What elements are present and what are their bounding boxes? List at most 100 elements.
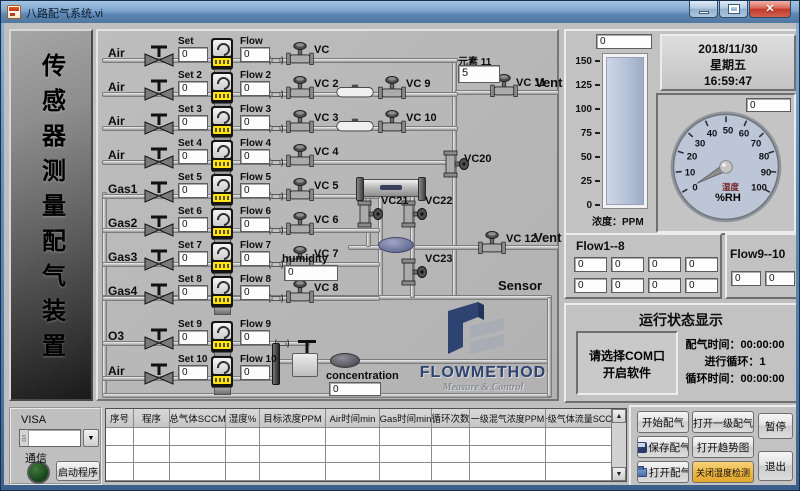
- io-tag: I/O: [20, 430, 29, 446]
- concentration-display: 0: [329, 382, 381, 396]
- column-header: 序号: [106, 409, 134, 428]
- open-primary-gas-button[interactable]: 打开一级配气: [692, 411, 754, 433]
- date-text: 2018/11/30: [662, 41, 794, 57]
- set-input[interactable]: 0: [178, 183, 208, 198]
- set-input[interactable]: 0: [178, 330, 208, 345]
- flow-label: Flow 10: [240, 354, 277, 365]
- set-label: Set 8: [178, 274, 202, 285]
- gauge-tick: 20: [687, 152, 698, 163]
- solenoid-valve-icon[interactable]: [284, 210, 316, 238]
- flow-label: Flow 2: [240, 70, 271, 81]
- element11-input[interactable]: 5: [458, 65, 500, 83]
- scroll-down-button[interactable]: ▼: [612, 467, 626, 481]
- set-input[interactable]: 0: [178, 217, 208, 232]
- vc-label: VC 4: [314, 146, 338, 158]
- exit-button[interactable]: 退出: [758, 451, 793, 481]
- tank-unit-label: 浓度：PPM: [592, 213, 644, 228]
- tank-tick: 75: [566, 128, 592, 139]
- set-input[interactable]: 0: [178, 149, 208, 164]
- solenoid-valve-icon[interactable]: [284, 108, 316, 136]
- gauge-tick: 70: [751, 139, 762, 150]
- vc-label: VC 8: [314, 282, 338, 294]
- table-header-row: 序号 程序 总气体SCCM 湿度% 目标浓度PPM Air时间min Gas时间…: [106, 409, 611, 428]
- logo-name: FLOWMETHOD: [408, 364, 558, 382]
- flow-readout: 0: [648, 257, 681, 272]
- flow910-title: Flow9--10: [730, 247, 785, 261]
- manual-valve-icon: [142, 362, 176, 386]
- mass-flow-controller-icon: [211, 242, 233, 274]
- save-gas-label: 保存配气: [649, 440, 690, 455]
- gauge-tick: 40: [707, 129, 718, 140]
- solenoid-valve-icon[interactable]: [284, 142, 316, 170]
- gauge-tick: 10: [685, 168, 696, 179]
- flow-label: Flow 8: [240, 274, 271, 285]
- flow-label: Flow 9: [240, 319, 271, 330]
- set-input[interactable]: 0: [178, 365, 208, 380]
- save-icon: [637, 442, 647, 453]
- table-row[interactable]: [106, 463, 611, 481]
- close-icon: ✕: [750, 2, 790, 15]
- solenoid-valve-icon[interactable]: [284, 176, 316, 204]
- set-input[interactable]: 0: [178, 251, 208, 266]
- solenoid-valve-icon[interactable]: [284, 74, 316, 102]
- check-valve-icon: [268, 88, 284, 101]
- sidebar-title: 传感器测量配气装置: [34, 31, 69, 399]
- vc-label: VC 6: [314, 214, 338, 226]
- table-row[interactable]: [106, 428, 611, 446]
- pipe-bottom: [102, 393, 552, 398]
- start-gas-button[interactable]: 开始配气: [637, 411, 689, 433]
- visa-dropdown-button[interactable]: ▼: [83, 429, 99, 447]
- solenoid-valve-icon[interactable]: [284, 40, 316, 68]
- vc22-label: VC22: [425, 195, 453, 207]
- tank-tick: 150: [566, 56, 592, 67]
- flow-readout: 0: [611, 278, 644, 293]
- set-input[interactable]: 0: [178, 285, 208, 300]
- visa-panel: VISA I/O ▼ 通信 启动程序: [9, 407, 102, 485]
- close-humidity-button[interactable]: 关闭湿度检测: [692, 461, 754, 483]
- vc-label: VC 3: [314, 112, 338, 124]
- minimize-button[interactable]: [689, 1, 718, 18]
- solenoid-valve-icon[interactable]: [354, 197, 384, 231]
- mass-flow-controller-icon: [211, 321, 233, 353]
- tick-mark: [595, 108, 600, 110]
- solenoid-valve-icon[interactable]: [476, 229, 508, 257]
- tank-tick: 125: [566, 80, 592, 91]
- gauge-tick: 80: [759, 152, 770, 163]
- start-program-button[interactable]: 启动程序: [56, 461, 100, 481]
- flow-display: 0: [240, 330, 270, 345]
- folder-icon: [637, 468, 647, 477]
- gas-time-label: 配气时间：: [685, 339, 740, 351]
- maximize-button[interactable]: [719, 1, 748, 18]
- column-header: Gas时间min: [380, 409, 432, 428]
- open-trend-button[interactable]: 打开趋势图: [692, 436, 754, 458]
- gauge-tick: 0: [692, 183, 697, 194]
- open-gas-button[interactable]: 打开配气: [637, 461, 689, 483]
- close-button[interactable]: ✕: [749, 1, 791, 18]
- table-row[interactable]: [106, 446, 611, 464]
- table-scrollbar[interactable]: ▲ ▼: [611, 409, 626, 481]
- flow-display: 0: [240, 81, 270, 96]
- solenoid-valve-icon[interactable]: [398, 255, 428, 289]
- flow-readout: 0: [685, 278, 718, 293]
- visa-resource-input[interactable]: I/O: [19, 429, 81, 447]
- column-header: 湿度%: [226, 409, 260, 428]
- column-header: 程序: [134, 409, 170, 428]
- solenoid-valve-icon[interactable]: [284, 278, 316, 306]
- solenoid-valve-icon[interactable]: [376, 74, 408, 102]
- mass-flow-controller-icon: [211, 356, 233, 388]
- gas-label: Air: [108, 364, 125, 378]
- pause-button[interactable]: 暂停: [758, 413, 793, 439]
- mass-flow-controller-icon: [211, 140, 233, 172]
- scroll-up-button[interactable]: ▲: [612, 409, 626, 423]
- solenoid-valve-icon[interactable]: [376, 108, 408, 136]
- gauge-tick: 60: [739, 129, 750, 140]
- check-valve-icon: [268, 54, 284, 67]
- titlebar[interactable]: 八路配气系统.vi ✕: [1, 1, 799, 23]
- set-input[interactable]: 0: [178, 81, 208, 96]
- weekday-text: 星期五: [662, 57, 794, 73]
- set-input[interactable]: 0: [178, 115, 208, 130]
- program-table[interactable]: 序号 程序 总气体SCCM 湿度% 目标浓度PPM Air时间min Gas时间…: [105, 408, 627, 482]
- set-input[interactable]: 0: [178, 47, 208, 62]
- manual-valve-icon: [142, 146, 176, 170]
- save-gas-button[interactable]: 保存配气: [637, 436, 689, 458]
